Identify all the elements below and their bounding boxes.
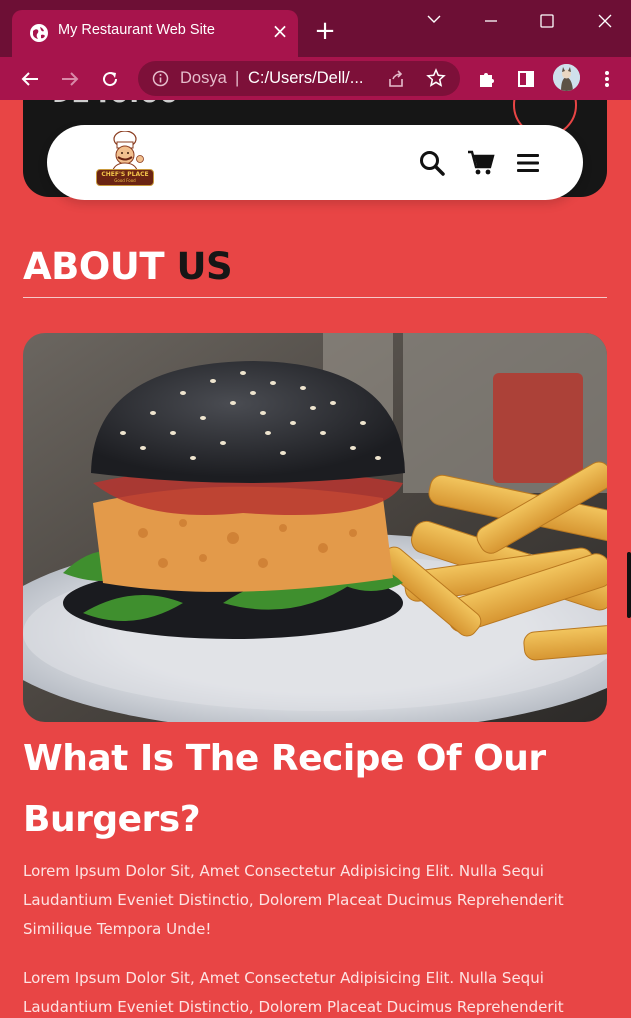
hamburger-menu-icon[interactable] <box>513 148 543 178</box>
site-header: CHEF'S PLACE Good Food <box>47 125 583 200</box>
browser-toolbar: Dosya | C:/Users/Dell/... <box>0 57 631 100</box>
heading-divider <box>23 297 607 298</box>
address-bar[interactable]: Dosya | C:/Users/Dell/... <box>138 61 460 96</box>
tab-search-chevron-icon[interactable] <box>411 6 457 36</box>
kebab-menu-icon[interactable] <box>592 64 622 94</box>
search-icon[interactable] <box>417 148 447 178</box>
bookmark-star-icon[interactable] <box>426 68 446 92</box>
new-tab-button[interactable]: + <box>312 18 338 44</box>
article-paragraph-1: Lorem Ipsum Dolor Sit, Amet Consectetur … <box>23 862 564 938</box>
about-heading-part2: US <box>176 245 233 288</box>
browser-tab[interactable]: My Restaurant Web Site × <box>12 10 298 57</box>
browser-titlebar: My Restaurant Web Site × + <box>0 0 631 57</box>
share-icon[interactable] <box>386 69 406 93</box>
forward-arrow-icon[interactable] <box>55 64 85 94</box>
profile-avatar[interactable] <box>553 64 580 91</box>
url-text[interactable]: C:/Users/Dell/... <box>248 69 364 88</box>
about-heading-part1: ABOUT <box>23 245 165 288</box>
side-panel-icon[interactable] <box>511 64 541 94</box>
minimize-icon[interactable] <box>468 6 514 36</box>
globe-icon <box>30 24 48 42</box>
burger-photo <box>23 333 607 722</box>
recipe-title: What Is The Recipe Of Our Burgers? <box>23 738 546 840</box>
page-scrollbar-thumb[interactable] <box>627 552 631 618</box>
url-scheme-label: Dosya <box>180 69 227 87</box>
reload-icon[interactable] <box>95 64 125 94</box>
close-window-icon[interactable] <box>582 6 628 36</box>
cart-icon[interactable] <box>466 148 496 178</box>
maximize-icon[interactable] <box>524 6 570 36</box>
back-arrow-icon[interactable] <box>15 64 45 94</box>
article-paragraph-2: Lorem Ipsum Dolor Sit, Amet Consectetur … <box>23 969 564 1016</box>
url-separator: | <box>235 69 240 87</box>
extensions-puzzle-icon[interactable] <box>472 64 502 94</box>
logo-name: CHEF'S PLACE <box>101 171 149 178</box>
close-tab-icon[interactable]: × <box>270 20 290 42</box>
promo-price: ₺140.00 <box>51 100 179 109</box>
page-viewport: ₺140.00 CHEF'S PLACE Good Food <box>0 100 631 1018</box>
tab-title: My Restaurant Web Site <box>58 22 215 38</box>
info-icon[interactable] <box>152 70 169 91</box>
logo-badge: CHEF'S PLACE Good Food <box>96 169 154 186</box>
about-heading: ABOUT US <box>23 245 233 288</box>
chefs-place-logo[interactable]: CHEF'S PLACE Good Food <box>96 131 154 189</box>
logo-tagline: Good Food <box>114 178 136 183</box>
